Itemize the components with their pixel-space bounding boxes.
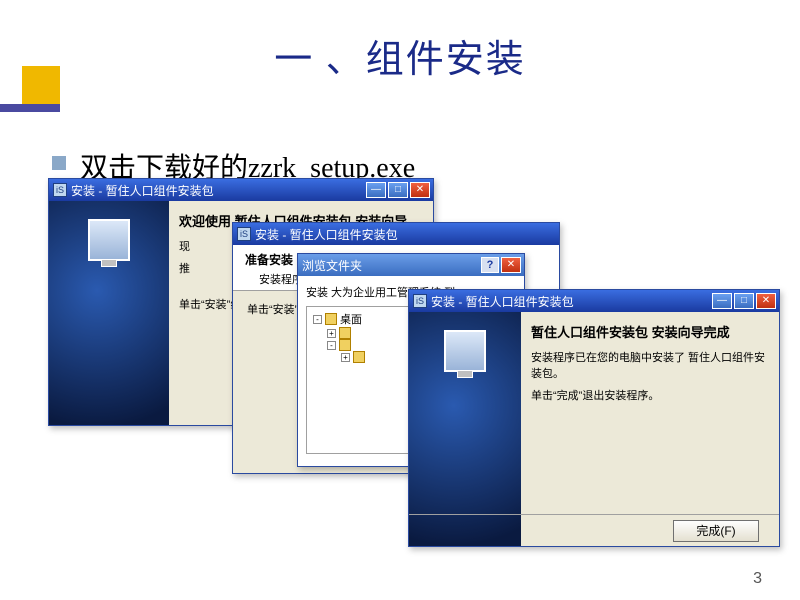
wizard-banner — [49, 201, 169, 425]
win4-line-b: 单击“完成”退出安装程序。 — [531, 387, 769, 403]
maximize-button[interactable]: □ — [734, 293, 754, 309]
computer-icon — [88, 219, 130, 261]
installer-icon: iS — [53, 183, 67, 197]
tree-expand-icon[interactable]: - — [313, 315, 322, 324]
folder-icon — [339, 327, 351, 339]
folder-icon — [325, 313, 337, 325]
win1-title: 安装 - 暂住人口组件安装包 — [71, 182, 366, 199]
win3-title: 浏览文件夹 — [302, 257, 481, 274]
help-button[interactable]: ? — [481, 257, 499, 273]
installer-icon: iS — [413, 294, 427, 308]
decor-strip — [0, 104, 60, 112]
slide-title: 一 、组件安装 — [0, 28, 800, 83]
win4-button-bar: 完成(F) — [409, 514, 779, 546]
minimize-button[interactable]: — — [366, 182, 386, 198]
win4-line-a: 安装程序已在您的电脑中安装了 暂住人口组件安装包。 — [531, 349, 769, 381]
folder-icon — [353, 351, 365, 363]
close-button[interactable]: ✕ — [501, 257, 521, 273]
win3-titlebar: 浏览文件夹 ? ✕ — [298, 254, 524, 276]
folder-icon — [339, 339, 351, 351]
tree-label: 桌面 — [340, 311, 362, 327]
win4-titlebar: iS 安装 - 暂住人口组件安装包 — □ ✕ — [409, 290, 779, 312]
close-button[interactable]: ✕ — [410, 182, 430, 198]
tree-expand-icon[interactable]: - — [327, 341, 336, 350]
close-button[interactable]: ✕ — [756, 293, 776, 309]
bullet-marker — [52, 156, 66, 170]
installer-icon: iS — [237, 227, 251, 241]
win1-titlebar: iS 安装 - 暂住人口组件安装包 — □ ✕ — [49, 179, 433, 201]
page-number: 3 — [753, 570, 762, 588]
win2-titlebar: iS 安装 - 暂住人口组件安装包 — [233, 223, 559, 245]
tree-expand-icon[interactable]: + — [341, 353, 350, 362]
tree-expand-icon[interactable]: + — [327, 329, 336, 338]
finish-button[interactable]: 完成(F) — [673, 520, 759, 542]
maximize-button[interactable]: □ — [388, 182, 408, 198]
win4-title: 安装 - 暂住人口组件安装包 — [431, 293, 712, 310]
win4-heading: 暂住人口组件安装包 安装向导完成 — [531, 322, 769, 341]
win2-title: 安装 - 暂住人口组件安装包 — [255, 226, 556, 243]
computer-icon — [444, 330, 486, 372]
minimize-button[interactable]: — — [712, 293, 732, 309]
wizard-banner — [409, 312, 521, 546]
